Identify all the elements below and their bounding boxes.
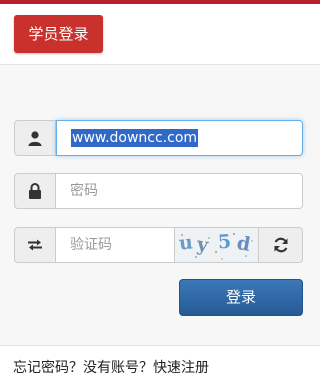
lock-icon-addon [14,173,56,209]
lock-icon [29,183,41,199]
exchange-icon-addon [14,227,56,263]
username-value: www.downcc.com [71,129,199,147]
username-group: www.downcc.com [14,120,303,156]
tab-student-login[interactable]: 学员登录 [14,15,103,53]
header: 学员登录 [0,4,320,65]
captcha-group: u y 5 d [14,227,303,263]
no-account-text: 没有账号？ [83,360,153,376]
footer-links: 忘记密码？没有账号？快速注册 [13,357,209,377]
exchange-icon [28,239,42,251]
forgot-password-link[interactable]: 忘记密码？ [13,360,83,376]
username-input[interactable]: www.downcc.com [56,120,303,156]
captcha-image[interactable]: u y 5 d [175,227,259,263]
captcha-char-3: 5 [217,230,232,254]
user-icon-addon [14,120,56,156]
password-group [14,173,303,209]
login-button[interactable]: 登录 [179,279,303,316]
captcha-char-4: d [235,232,253,256]
user-icon [28,130,42,146]
captcha-input[interactable] [56,227,175,263]
login-form: www.downcc.com 验证码 u y 5 d 登录 [0,65,320,345]
refresh-icon [273,237,288,253]
footer: 忘记密码？没有账号？快速注册 [0,345,320,386]
password-input[interactable] [56,173,303,209]
refresh-captcha-button[interactable] [259,227,303,263]
quick-register-link[interactable]: 快速注册 [153,360,209,376]
captcha-char-1: u [177,231,194,255]
captcha-char-2: y [195,233,210,257]
